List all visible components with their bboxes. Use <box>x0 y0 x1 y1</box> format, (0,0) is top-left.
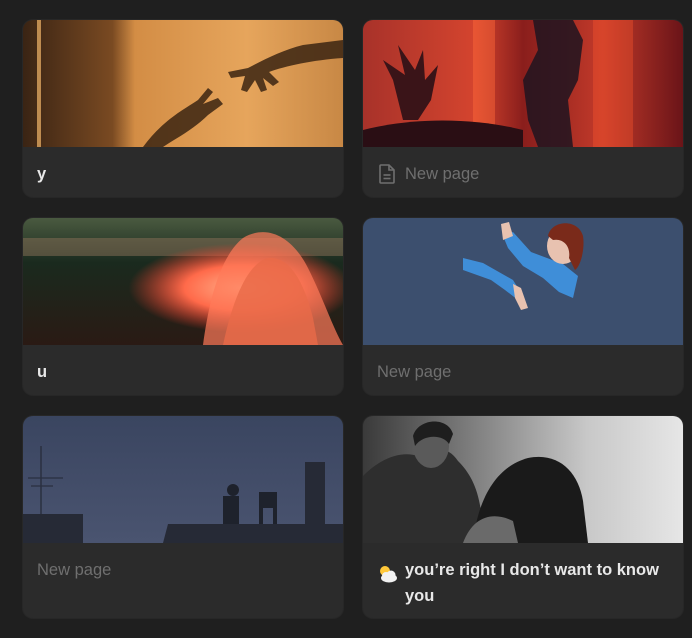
card-title: u <box>37 363 48 381</box>
card-title-row: you’re right I don’t want to know you <box>363 543 683 609</box>
gallery-view: y New page u New page New page you’re ri… <box>0 0 692 638</box>
card-title: you’re right I don’t want to know you <box>405 561 659 605</box>
gallery-card[interactable]: New page <box>363 20 683 197</box>
gallery-card[interactable]: New page <box>363 218 683 395</box>
card-title: y <box>37 165 47 183</box>
card-title-row: New page <box>23 543 343 583</box>
card-cover-image <box>363 416 683 543</box>
card-title-row: u <box>23 345 343 385</box>
page-icon <box>379 164 395 184</box>
gallery-card[interactable]: y <box>23 20 343 197</box>
card-title-row: y <box>23 147 343 187</box>
card-title: New page <box>37 561 112 579</box>
card-cover-image <box>363 218 683 345</box>
card-cover-image <box>23 218 343 345</box>
gallery-card[interactable]: you’re right I don’t want to know you <box>363 416 683 618</box>
sun-behind-cloud-icon <box>380 566 397 583</box>
card-title: New page <box>405 165 480 183</box>
card-title-row: New page <box>363 345 683 385</box>
card-cover-image <box>363 20 683 147</box>
gallery-card[interactable]: u <box>23 218 343 395</box>
gallery-card[interactable]: New page <box>23 416 343 618</box>
card-title-row: New page <box>363 147 683 187</box>
card-title: New page <box>377 363 452 381</box>
card-cover-image <box>23 416 343 543</box>
card-cover-image <box>23 20 343 147</box>
